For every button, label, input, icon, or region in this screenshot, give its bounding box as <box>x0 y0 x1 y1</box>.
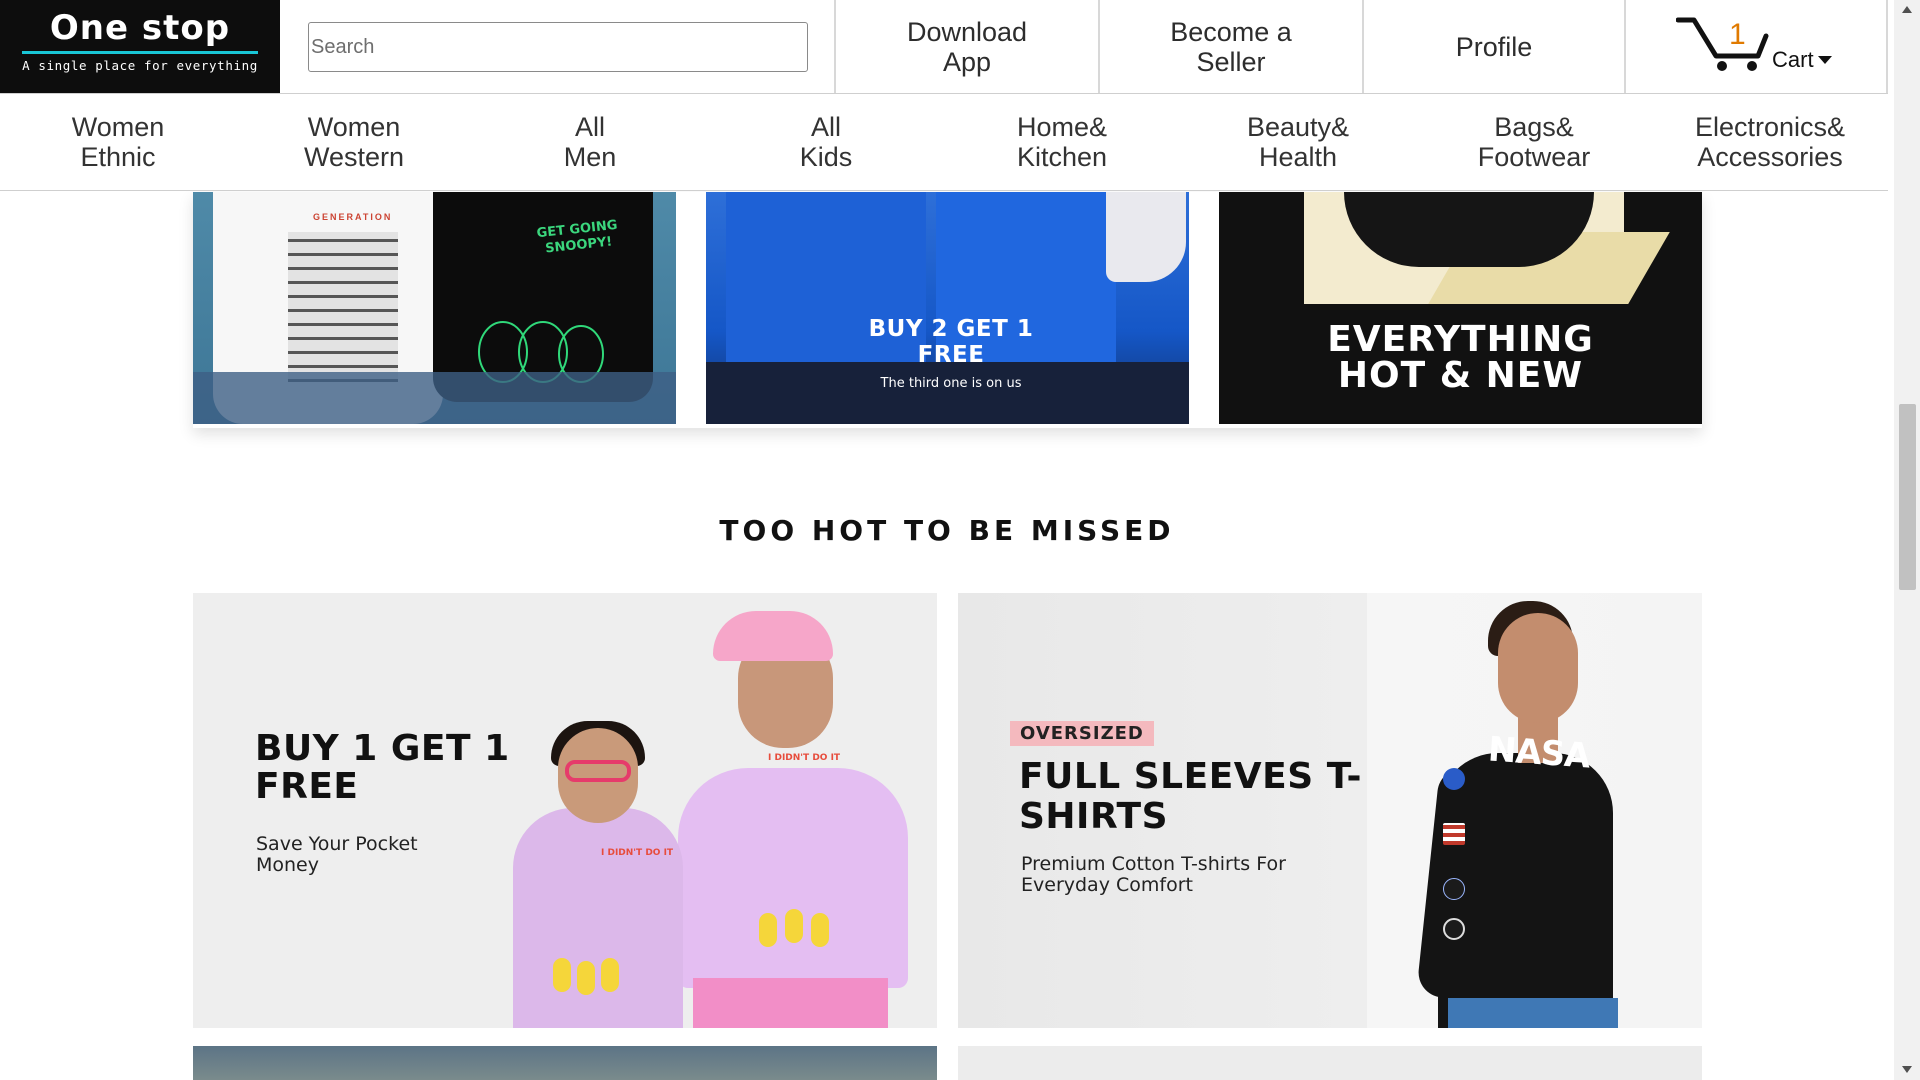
model-girl-tshirt <box>513 808 683 1028</box>
profile-label: Profile <box>1455 31 1533 62</box>
category-electronics-accessories[interactable]: Electronics& Accessories <box>1652 94 1888 190</box>
shirt-print-text: I DIDN'T DO IT <box>601 848 674 858</box>
cart-label[interactable]: Cart <box>1772 47 1814 73</box>
category-label: All Kids <box>799 112 853 172</box>
become-seller-label: Become a Seller <box>1170 16 1292 77</box>
model-jeans <box>1448 998 1618 1028</box>
top-header: One stop A single place for everything D… <box>0 0 1888 94</box>
category-women-western[interactable]: Women Western <box>236 94 472 190</box>
category-label: Beauty& Health <box>1246 112 1350 172</box>
banner-partial[interactable] <box>958 1046 1702 1080</box>
manga-print-image <box>288 232 398 382</box>
model-face <box>1498 613 1578 723</box>
scrollbar-thumb[interactable] <box>1899 404 1916 590</box>
badge-patch-icon <box>1443 918 1465 940</box>
section-title: TOO HOT TO BE MISSED <box>719 514 1175 547</box>
category-nav: Women Ethnic Women Western All Men All K… <box>0 94 1888 191</box>
minion-print-icon <box>759 913 777 947</box>
minion-print-icon <box>553 958 571 992</box>
model-boy-shorts <box>693 978 888 1028</box>
category-label: All Men <box>563 112 617 172</box>
cart-button[interactable] <box>1624 0 1888 93</box>
banner-title: FULL SLEEVES T-SHIRTS <box>1019 756 1362 837</box>
banner-full-sleeves[interactable]: OVERSIZED FULL SLEEVES T-SHIRTS Premium … <box>958 593 1702 1028</box>
promo-tile-graphic-tees[interactable]: GENERATION GET GOING SNOOPY! <box>193 192 676 424</box>
printed-sleeve-image <box>1106 192 1186 282</box>
category-label: Women Ethnic <box>71 112 165 172</box>
minion-print-icon <box>811 913 829 947</box>
banner-title: BUY 1 GET 1 FREE <box>255 728 510 807</box>
shirt-print-text: NASA <box>1486 729 1591 777</box>
promo-tile-buy2get1[interactable]: BUY 2 GET 1 FREE The third one is on us <box>706 192 1189 424</box>
banner-buy1get1[interactable]: BUY 1 GET 1 FREE Save Your Pocket Money … <box>193 593 937 1028</box>
category-label: Home& Kitchen <box>1016 112 1108 172</box>
banner-partial[interactable] <box>193 1046 937 1080</box>
become-seller-button[interactable]: Become a Seller <box>1098 0 1362 93</box>
minion-print-icon <box>577 961 595 995</box>
search-input[interactable] <box>308 22 808 72</box>
vertical-scrollbar[interactable] <box>1894 0 1920 1080</box>
promo-subtitle: The third one is on us <box>880 376 1022 391</box>
cart-icon <box>1676 17 1769 71</box>
oversized-tag: OVERSIZED <box>1010 721 1154 746</box>
pink-cap-image <box>713 611 833 661</box>
model-boy-tshirt <box>678 768 908 988</box>
category-bags-footwear[interactable]: Bags& Footwear <box>1416 94 1652 190</box>
profile-button[interactable]: Profile <box>1362 0 1624 93</box>
jeans-image <box>193 372 676 424</box>
promo-tile-hot-new[interactable]: EVERYTHING HOT & NEW <box>1219 192 1702 424</box>
cart-count: 1 <box>1729 18 1746 51</box>
category-beauty-health[interactable]: Beauty& Health <box>1180 94 1416 190</box>
scroll-down-arrow-icon[interactable] <box>1902 1066 1912 1073</box>
logo-tagline: A single place for everything <box>22 58 258 73</box>
pants-image <box>706 362 1189 424</box>
logo-underline <box>22 51 258 54</box>
download-app-button[interactable]: Download App <box>834 0 1098 93</box>
minion-print-icon <box>601 958 619 992</box>
scroll-up-arrow-icon[interactable] <box>1902 6 1912 13</box>
download-app-label: Download App <box>906 16 1028 77</box>
flag-patch-icon <box>1443 823 1465 845</box>
logo-title: One stop <box>49 8 231 48</box>
category-all-men[interactable]: All Men <box>472 94 708 190</box>
banner-subtitle: Premium Cotton T-shirts For Everyday Com… <box>1021 853 1286 896</box>
banner-subtitle: Save Your Pocket Money <box>256 833 418 876</box>
category-label: Electronics& Accessories <box>1694 112 1846 172</box>
site-logo[interactable]: One stop A single place for everything <box>0 0 280 93</box>
heart-glasses-icon <box>565 760 631 782</box>
category-women-ethnic[interactable]: Women Ethnic <box>0 94 236 190</box>
promo-row: GENERATION GET GOING SNOOPY! BUY 2 GET 1… <box>193 192 1702 428</box>
space-patch-icon <box>1443 878 1465 900</box>
nasa-patch-icon <box>1443 768 1465 790</box>
black-cap-image <box>1344 192 1594 267</box>
promo-title: BUY 2 GET 1 FREE <box>868 316 1034 368</box>
shirt-print-text: I DIDN'T DO IT <box>768 753 841 763</box>
promo-title: EVERYTHING HOT & NEW <box>1327 319 1594 396</box>
category-label: Women Western <box>303 112 405 172</box>
category-all-kids[interactable]: All Kids <box>708 94 944 190</box>
shirt-brand-text: GENERATION <box>313 212 393 222</box>
minion-print-icon <box>785 909 803 943</box>
category-home-kitchen[interactable]: Home& Kitchen <box>944 94 1180 190</box>
category-label: Bags& Footwear <box>1477 112 1591 172</box>
chevron-down-icon[interactable] <box>1818 56 1832 64</box>
